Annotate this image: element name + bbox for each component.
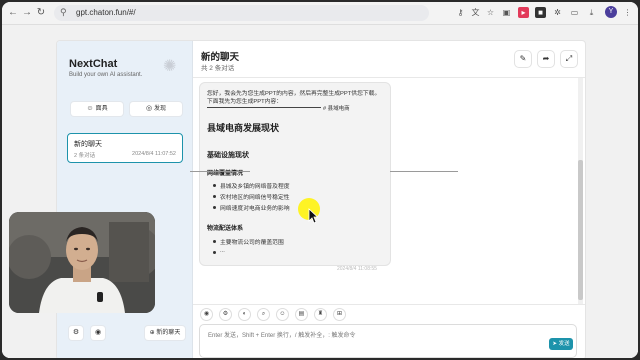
message-timestamp: 2024/8/4 11:08:55 (337, 266, 377, 272)
chat-header: 新的聊天 共 2 条对话 ✎ ➦ ⤢ (193, 41, 585, 78)
key-icon[interactable]: ⚷ (455, 7, 466, 18)
extension-dark-icon[interactable]: ■ (535, 7, 546, 18)
bullet-dot (213, 206, 216, 209)
prompt-icon[interactable]: ⌕ (258, 309, 269, 320)
site-info-icon[interactable]: ⚲ (60, 7, 67, 18)
theme-icon[interactable]: ◐ (239, 309, 250, 320)
chat-title: 新的聊天 (201, 52, 240, 63)
mask-label: 面具 (95, 106, 108, 112)
discover-icon: ◎ (145, 105, 153, 112)
brand-subtitle: Build your own AI assistant. (69, 72, 143, 78)
chat-item-time: 2024/8/4 11:07:52 (132, 151, 176, 157)
forward-icon[interactable]: → (20, 6, 34, 20)
bullet-dot (213, 195, 216, 198)
bullet-dot (213, 251, 216, 254)
openai-logo-icon: ✺ (163, 58, 177, 75)
message-line: 下面我先为您生成PPT内容： (207, 99, 283, 105)
divider (207, 107, 321, 108)
tab-search-icon[interactable]: ▭ (569, 7, 580, 18)
list-item: 农村地区的网络信号稳定性 (220, 195, 290, 201)
profile-avatar[interactable]: Y (605, 6, 617, 18)
bullet-dot (213, 184, 216, 187)
browser-menu-icon[interactable]: ⋮ (622, 7, 633, 18)
horizontal-line (390, 171, 458, 172)
section-heading: 物流配送体系 (207, 226, 244, 232)
assistant-message: 您好，我会先为您生成PPT的内容，然后再完整生成PPT供您下载。 下面我先为您生… (199, 82, 391, 266)
message-h1: 县域电商发展现状 (207, 123, 280, 133)
chat-item-count: 2 条对话 (74, 153, 96, 159)
stop-icon[interactable]: ◉ (201, 309, 212, 320)
share-icon[interactable]: ➦ (538, 51, 554, 67)
mouse-cursor-icon (308, 208, 318, 224)
mask-icon: ☺ (86, 105, 94, 112)
send-label: 发送 (558, 341, 570, 347)
scrollbar-thumb[interactable] (578, 160, 583, 300)
mask-button[interactable]: ☺ 面具 (71, 102, 123, 116)
send-button[interactable]: ➤ 发送 (549, 338, 573, 350)
robot-icon[interactable]: ♜ (315, 309, 326, 320)
settings-icon[interactable]: ⚙ (69, 326, 83, 340)
message-heading-tag: # 县域电商 (323, 106, 350, 112)
message-list[interactable]: 您好，我会先为您生成PPT的内容，然后再完整生成PPT供您下载。 下面我先为您生… (193, 78, 585, 304)
horizontal-line (190, 171, 250, 172)
brand-title: NextChat (69, 58, 118, 70)
chat-subtitle: 共 2 条对话 (201, 65, 235, 72)
browser-toolbar: ← → ↻ ⚲ gpt.chaton.fun/#/ ⚷ 文 ☆ ▣ ▸ ■ ✲ … (2, 2, 638, 25)
input-panel: ◉ ⚙ ◐ ⌕ ☺ ▤ ♜ ⊞ Enter 发送，Shift + Enter 换… (193, 304, 585, 358)
new-chat-button[interactable]: ⊕ 新的聊天 (145, 326, 185, 340)
chat-item-title: 新的聊天 (74, 141, 102, 148)
plus-icon: ⊕ (149, 330, 155, 336)
translate-icon[interactable]: 文 (470, 7, 481, 18)
reload-icon[interactable]: ↻ (34, 6, 48, 20)
new-chat-label: 新的聊天 (156, 330, 181, 336)
webcam-overlay (9, 212, 155, 313)
list-item: ... (220, 248, 225, 254)
extension-red-icon[interactable]: ▸ (518, 7, 529, 18)
fullscreen-icon[interactable]: ⤢ (561, 51, 577, 67)
plugin-icon[interactable]: ⊞ (334, 309, 345, 320)
chat-main: 新的聊天 共 2 条对话 ✎ ➦ ⤢ 您好，我会先为您生成PPT的内容，然后再完… (193, 41, 585, 358)
screen-frame: ← → ↻ ⚲ gpt.chaton.fun/#/ ⚷ 文 ☆ ▣ ▸ ■ ✲ … (0, 0, 640, 360)
input-placeholder: Enter 发送，Shift + Enter 换行，/ 触发补全，: 触发命令 (208, 333, 356, 339)
edit-icon[interactable]: ✎ (515, 51, 531, 67)
chat-list-item[interactable]: 新的聊天 2 条对话 2024/8/4 11:07:52 (67, 133, 183, 163)
screenshot-icon[interactable]: ▣ (501, 7, 512, 18)
discover-label: 发现 (154, 106, 167, 112)
chat-input[interactable]: Enter 发送，Shift + Enter 换行，/ 触发补全，: 触发命令 … (199, 324, 577, 358)
list-item: 网络速度对电商业务的影响 (220, 206, 290, 212)
discover-button[interactable]: ◎ 发现 (130, 102, 182, 116)
message-h2: 基础设施现状 (207, 152, 249, 159)
github-icon[interactable]: ◉ (91, 326, 105, 340)
bookmark-star-icon[interactable]: ☆ (485, 7, 496, 18)
extensions-puzzle-icon[interactable]: ✲ (552, 7, 563, 18)
browser-window: ← → ↻ ⚲ gpt.chaton.fun/#/ ⚷ 文 ☆ ▣ ▸ ■ ✲ … (2, 2, 638, 358)
back-icon[interactable]: ← (6, 6, 20, 20)
bullet-dot (213, 240, 216, 243)
url-text: gpt.chaton.fun/#/ (76, 8, 136, 17)
download-icon[interactable]: ⤓ (586, 7, 597, 18)
mask-icon[interactable]: ☺ (277, 309, 288, 320)
settings-icon[interactable]: ⚙ (220, 309, 231, 320)
presenter-video (9, 212, 155, 313)
clear-icon[interactable]: ▤ (296, 309, 307, 320)
address-bar[interactable]: ⚲ gpt.chaton.fun/#/ (54, 5, 429, 21)
list-item: 县城及乡镇的网络普及程度 (220, 184, 290, 190)
send-icon: ➤ (552, 341, 558, 347)
section-heading: 网络覆盖情况 (207, 171, 244, 177)
list-item: 主要物流公司的覆盖范围 (220, 240, 284, 246)
